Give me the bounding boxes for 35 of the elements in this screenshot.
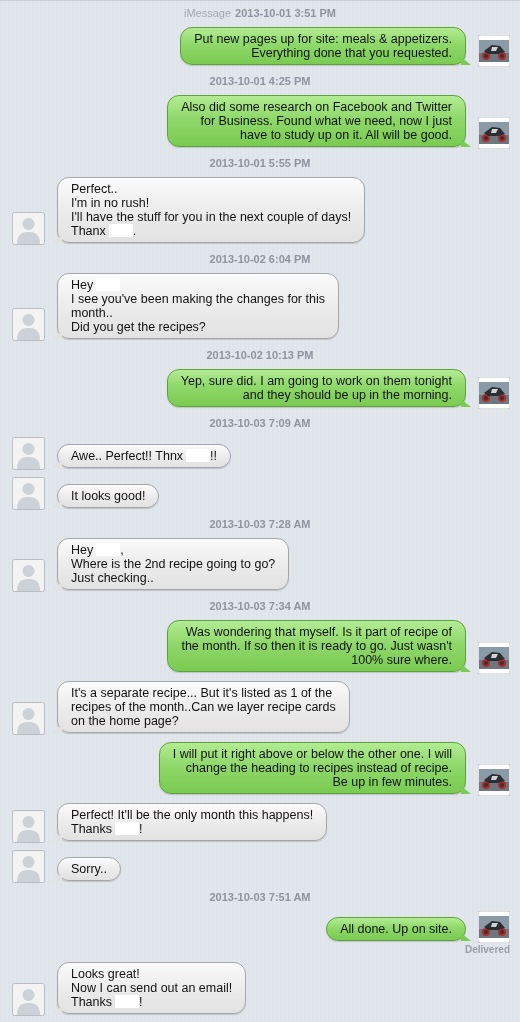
person-icon	[12, 983, 45, 1016]
message-text: Looks great! Now I can send out an email! Thanks !	[71, 967, 233, 1009]
person-icon	[12, 702, 45, 735]
message-text: I will put it right above or below the other one. I will change the heading to recipes instead of recipe. Be up in few minutes.	[172, 747, 452, 789]
person-icon	[12, 810, 45, 843]
timestamp: 2013-10-01 3:51 PM	[235, 6, 336, 20]
person-icon	[12, 437, 45, 470]
message-text: It looks good!	[71, 489, 146, 503]
person-icon	[12, 850, 45, 883]
message-text: Yep, sure did. I am going to work on them tonight and they should be up in the morning.	[180, 374, 452, 402]
timestamp: 2013-10-03 7:34 AM	[209, 599, 311, 613]
person-icon	[12, 477, 45, 510]
person-icon	[12, 212, 45, 245]
message-text: It's a separate recipe... But it's listed as 1 of the recipes of the month..Can we layer recipe cards on the home page?	[71, 686, 336, 728]
timestamp: 2013-10-02 10:13 PM	[206, 348, 314, 362]
message-text: Perfect! It'll be the only month this happens! Thanks !	[71, 808, 314, 836]
message-text: Hey I see you've been making the changes for this month.. Did you get the recipes?	[71, 278, 325, 334]
timestamp: 2013-10-02 6:04 PM	[209, 252, 311, 266]
timestamp: 2013-10-01 4:25 PM	[209, 74, 311, 88]
message-text: Hey , Where is the 2nd recipe going to go? Just checking..	[71, 543, 276, 585]
message-text: All done. Up on site.	[340, 922, 452, 936]
timestamp: 2013-10-03 7:09 AM	[209, 416, 311, 430]
message-text: Put new pages up for site: meals & appetizers. Everything done that you requested.	[194, 32, 452, 60]
message-text: Was wondering that myself. Is it part of recipe of the month. If so then it is ready to go. Just wasn't 100% sure where.	[181, 625, 452, 667]
person-icon	[12, 308, 45, 341]
message-text: Also did some research on Facebook and Twitter for Business. Found what we need, now I just have to study up on it. All will be good.	[181, 100, 452, 142]
message-text: Sorry..	[71, 862, 107, 876]
message-text: Awe.. Perfect!! Thnx !!	[71, 449, 218, 463]
timestamp: 2013-10-03 7:28 AM	[209, 517, 311, 531]
timestamp: 2013-10-01 5:55 PM	[209, 156, 311, 170]
message-text: Perfect.. I'm in no rush! I'll have the stuff for you in the next couple of days! Thanx .	[71, 182, 352, 238]
timestamp: 2013-10-03 7:51 AM	[209, 890, 311, 904]
delivery-status: Delivered	[464, 944, 510, 955]
service-label: iMessage	[184, 6, 232, 20]
person-icon	[12, 559, 45, 592]
